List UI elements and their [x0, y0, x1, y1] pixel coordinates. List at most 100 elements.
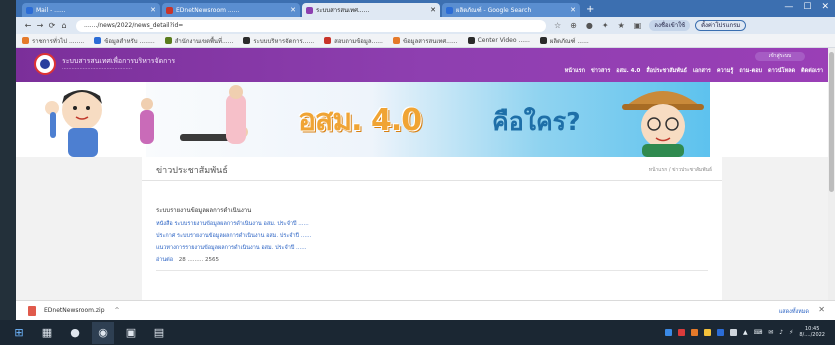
minimize-button[interactable]: — — [784, 2, 793, 12]
tray-app-icon[interactable] — [664, 328, 672, 336]
tab-favicon — [306, 6, 313, 14]
photos-app-icon[interactable]: ▣ — [120, 322, 142, 344]
nav-item[interactable]: เอกสาร — [693, 67, 711, 75]
news-link[interactable]: แนวทางการรายงานข้อมูลผลการดำเนินงาน อสม.… — [156, 244, 708, 252]
bookmark-item[interactable]: สำนักงานเขตพื้นที่...... — [164, 36, 233, 46]
bookmark-item[interactable]: ข้อมูลสำหรับ ........ — [94, 36, 155, 46]
tray-status-icon[interactable]: ♪ — [779, 329, 783, 336]
news-heading: ระบบรายงานข้อมูลผลการดำเนินงาน — [156, 207, 252, 214]
breadcrumb[interactable]: หน้าแรก / ข่าวประชาสัมพันธ์ — [649, 166, 712, 174]
maximize-button[interactable]: ☐ — [803, 2, 811, 12]
scrollbar-thumb[interactable] — [829, 52, 834, 192]
nav-item[interactable]: หน้าแรก — [565, 67, 585, 75]
page-scrollbar[interactable] — [828, 48, 835, 300]
forward-button[interactable]: → — [34, 21, 46, 30]
banner-question: คือใคร? — [492, 107, 581, 136]
new-tab-button[interactable]: + — [586, 3, 594, 17]
extension-icon[interactable]: ▣ — [634, 21, 642, 30]
nav-item[interactable]: ถาม-ตอบ — [739, 67, 762, 75]
banner-title: อสม. 4.0 — [298, 103, 422, 138]
read-more-link[interactable]: อ่านต่อ — [156, 257, 173, 263]
bookmark-favicon — [164, 37, 172, 44]
site-logo[interactable] — [34, 53, 56, 75]
bookmark-item[interactable]: ระบบบริหารจัดการ...... — [243, 36, 314, 46]
site-header: ระบบสารสนเทศเพื่อการบริหารจัดการ .......… — [16, 48, 835, 82]
news-meta: อ่านต่อ 28 ......... 2565 — [156, 256, 708, 264]
bookmark-label: สอบถามข้อมูล...... — [334, 37, 383, 45]
url-input[interactable]: ......./news/2022/news_detail?id= — [76, 19, 546, 32]
extension-icon[interactable]: ● — [586, 21, 593, 30]
file-icon — [28, 305, 36, 316]
news-card: ระบบรายงานข้อมูลผลการดำเนินงาน หนังสือ ร… — [156, 205, 708, 271]
address-bar: ← → ⟳ ⌂ ......./news/2022/news_detail?id… — [16, 17, 835, 34]
bookmark-favicon — [467, 37, 475, 44]
tab-close-icon[interactable]: ✕ — [570, 6, 576, 14]
tab-label: Mail - ...... — [36, 6, 66, 14]
bookmark-label: ระบบบริหารจัดการ...... — [253, 37, 315, 45]
bookmark-item[interactable]: ข้อมูลสารสนเทศ...... — [392, 36, 458, 46]
update-button[interactable]: ตั้งค่าโปรแกรม — [695, 20, 747, 31]
reload-button[interactable]: ⟳ — [46, 21, 58, 30]
show-all-button[interactable]: แสดงทั้งหมด — [779, 308, 809, 316]
tab-close-icon[interactable]: ✕ — [430, 6, 436, 14]
bookmark-favicon — [243, 37, 251, 44]
nav-item[interactable]: ความรู้ — [717, 67, 733, 75]
news-link[interactable]: หนังสือ ระบบรายงานข้อมูลผลการดำเนินงาน อ… — [156, 220, 708, 228]
site-subtitle: ........................................… — [62, 65, 132, 71]
extension-icon[interactable]: ⊕ — [570, 21, 577, 30]
back-button[interactable]: ← — [22, 21, 34, 30]
close-icon[interactable]: ✕ — [818, 305, 825, 314]
bookmark-label: ข้อมูลสำหรับ ........ — [104, 37, 155, 45]
home-button[interactable]: ⌂ — [58, 21, 70, 30]
close-window-button[interactable]: ✕ — [821, 2, 829, 12]
extension-icon[interactable]: ☆ — [554, 21, 561, 30]
login-link[interactable]: เข้าสู่ระบบ — [755, 52, 805, 61]
tray-status-icon[interactable]: ✉ — [768, 329, 773, 336]
file-explorer-icon[interactable]: ▦ — [36, 322, 58, 344]
news-link[interactable]: ประกาศ ระบบรายงานข้อมูลผลการดำเนินงาน อส… — [156, 232, 708, 240]
bookmarks-bar: ราชการทั่วไป ........ ข้อมูลสำหรับ ......… — [16, 34, 835, 48]
bookmark-label: ข้อมูลสารสนเทศ...... — [402, 37, 458, 45]
tray-status-icon[interactable]: ▲ — [743, 329, 748, 336]
tray-app-icon[interactable] — [716, 328, 724, 336]
tab-close-icon[interactable]: ✕ — [150, 6, 156, 14]
clock[interactable]: 10:45 8/..../2022 — [799, 326, 825, 338]
browser-tab[interactable]: ผลิตภัณฑ์ - Google Search ✕ — [442, 3, 580, 17]
tray-status-icon[interactable]: ⚡ — [789, 329, 793, 336]
tray-status-icon[interactable]: ⌨ — [754, 329, 763, 336]
nav-item[interactable]: ติดต่อเรา — [801, 67, 823, 75]
banner-illustration-left — [45, 85, 248, 157]
desktop-edge — [0, 0, 16, 320]
nav-item[interactable]: สื่อประชาสัมพันธ์ — [646, 67, 687, 75]
tab-label: ระบบสารสนเทศ...... — [316, 7, 370, 14]
nav-item[interactable]: อสม. 4.0 — [616, 67, 640, 75]
bookmark-item[interactable]: ผลิตภัณฑ์ ...... — [539, 36, 589, 46]
bookmark-item[interactable]: สอบถามข้อมูล...... — [324, 36, 383, 46]
tray-app-icon[interactable] — [677, 328, 685, 336]
download-file-name[interactable]: EDnetNewsroom.zip — [44, 307, 105, 314]
chat-app-icon[interactable]: ● — [64, 322, 86, 344]
tab-close-icon[interactable]: ✕ — [290, 6, 296, 14]
windows-start-icon[interactable]: ⊞ — [8, 322, 30, 344]
tray-app-icon[interactable] — [690, 328, 698, 336]
extension-icon[interactable]: ★ — [618, 21, 625, 30]
browser-tab[interactable]: Mail - ...... ✕ — [22, 3, 160, 17]
web-page: ระบบสารสนเทศเพื่อการบริหารจัดการ .......… — [16, 48, 835, 300]
bookmark-favicon — [22, 37, 29, 44]
download-bar: EDnetNewsroom.zip ^ แสดงทั้งหมด ✕ — [16, 300, 835, 320]
browser-tab[interactable]: ระบบสารสนเทศ...... ✕ — [302, 3, 440, 17]
chevron-up-icon[interactable]: ^ — [115, 307, 120, 314]
bookmark-item[interactable]: Center Video ...... — [467, 37, 530, 44]
bookmark-item[interactable]: ราชการทั่วไป ........ — [22, 36, 84, 46]
browser-tab[interactable]: EDnetNewsroom ...... ✕ — [162, 3, 300, 17]
profile-button[interactable]: ลงชื่อเข้าใช้ — [649, 20, 691, 31]
nav-item[interactable]: ดาวน์โหลด — [768, 67, 795, 75]
clock-date: 8/..../2022 — [799, 332, 825, 338]
nav-item[interactable]: ข่าวสาร — [591, 67, 610, 75]
tray-app-icon[interactable] — [729, 328, 737, 336]
extension-icon[interactable]: ✦ — [602, 21, 609, 30]
chrome-icon[interactable]: ◉ — [92, 321, 114, 344]
terminal-app-icon[interactable]: ▤ — [148, 322, 170, 344]
tray-app-icon[interactable] — [703, 328, 711, 336]
tab-favicon — [26, 6, 33, 14]
